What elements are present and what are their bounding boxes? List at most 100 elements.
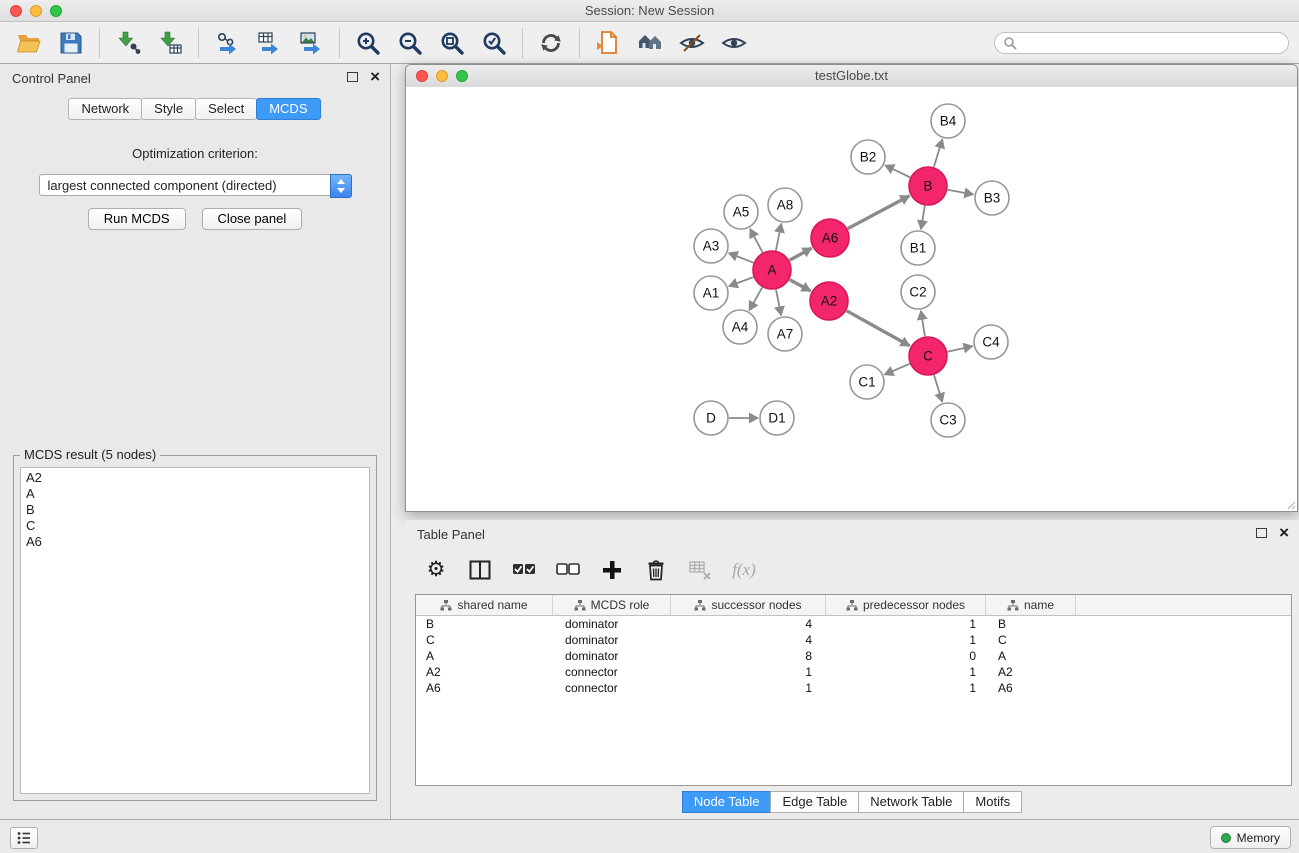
table-cell[interactable]: 0 xyxy=(826,649,986,663)
column-header-shared-name[interactable]: shared name xyxy=(416,595,553,615)
deselect-all-rows-button[interactable] xyxy=(553,555,583,585)
result-item[interactable]: C xyxy=(21,518,369,534)
refresh-view-button[interactable] xyxy=(530,26,572,60)
function-builder-button[interactable]: f(x) xyxy=(729,555,759,585)
node-C1[interactable]: C1 xyxy=(850,365,884,399)
network-canvas[interactable]: B4B2BB3A5A8A6A3B1AC2A1A2A4A7C4CC1C3DD1 xyxy=(406,87,1297,511)
float-table-panel-icon[interactable] xyxy=(1256,528,1267,538)
table-row[interactable]: Adominator80A xyxy=(416,648,1291,664)
table-cell[interactable]: A xyxy=(416,649,553,663)
node-A[interactable]: A xyxy=(753,251,791,289)
first-neighbors-button[interactable] xyxy=(629,26,671,60)
node-A8[interactable]: A8 xyxy=(768,188,802,222)
export-network-button[interactable] xyxy=(206,26,248,60)
tab-select[interactable]: Select xyxy=(195,98,257,120)
node-A3[interactable]: A3 xyxy=(694,229,728,263)
node-C[interactable]: C xyxy=(909,337,947,375)
criterion-dropdown[interactable]: largest connected component (directed) xyxy=(39,174,352,196)
search-input[interactable] xyxy=(1022,35,1280,52)
edge-B-B1[interactable] xyxy=(921,206,925,230)
zoom-fit-button[interactable] xyxy=(431,26,473,60)
edge-A-A8[interactable] xyxy=(776,224,781,251)
memory-button[interactable]: Memory xyxy=(1210,826,1291,849)
run-mcds-button[interactable]: Run MCDS xyxy=(88,208,186,230)
edge-B-B3[interactable] xyxy=(948,190,974,195)
edge-A-A6[interactable] xyxy=(790,248,812,260)
column-header-predecessor-nodes[interactable]: predecessor nodes xyxy=(826,595,986,615)
node-B[interactable]: B xyxy=(909,167,947,205)
node-C4[interactable]: C4 xyxy=(974,325,1008,359)
show-hide-columns-button[interactable] xyxy=(465,555,495,585)
table-row[interactable]: Cdominator41C xyxy=(416,632,1291,648)
network-window-titlebar[interactable]: testGlobe.txt xyxy=(406,65,1297,88)
export-table-button[interactable] xyxy=(248,26,290,60)
table-cell[interactable]: B xyxy=(986,617,1076,631)
zoom-selected-button[interactable] xyxy=(473,26,515,60)
node-A6[interactable]: A6 xyxy=(811,219,849,257)
tab-style[interactable]: Style xyxy=(141,98,196,120)
edge-A-A1[interactable] xyxy=(729,277,754,286)
table-cell[interactable]: dominator xyxy=(553,649,671,663)
import-table-button[interactable] xyxy=(149,26,191,60)
node-D1[interactable]: D1 xyxy=(760,401,794,435)
node-B1[interactable]: B1 xyxy=(901,231,935,265)
network-file-button[interactable] xyxy=(587,26,629,60)
zoom-out-button[interactable] xyxy=(389,26,431,60)
tab-mcds[interactable]: MCDS xyxy=(256,98,320,120)
table-cell[interactable]: dominator xyxy=(553,633,671,647)
table-cell[interactable]: A xyxy=(986,649,1076,663)
edge-A2-C[interactable] xyxy=(847,311,910,346)
result-item[interactable]: A2 xyxy=(21,470,369,486)
task-history-button[interactable] xyxy=(10,827,38,849)
import-network-button[interactable] xyxy=(107,26,149,60)
close-panel-icon[interactable]: × xyxy=(370,70,380,84)
table-cell[interactable]: 1 xyxy=(826,665,986,679)
hide-selected-button[interactable] xyxy=(671,26,713,60)
table-cell[interactable]: C xyxy=(416,633,553,647)
edge-A-A3[interactable] xyxy=(729,253,754,263)
edge-B-B2[interactable] xyxy=(885,165,910,177)
result-item[interactable]: A xyxy=(21,486,369,502)
column-header-successor-nodes[interactable]: successor nodes xyxy=(671,595,826,615)
table-cell[interactable]: A2 xyxy=(416,665,553,679)
node-A7[interactable]: A7 xyxy=(768,317,802,351)
select-all-rows-button[interactable] xyxy=(509,555,539,585)
table-cell[interactable]: C xyxy=(986,633,1076,647)
tab-motifs[interactable]: Motifs xyxy=(963,791,1022,813)
node-C3[interactable]: C3 xyxy=(931,403,965,437)
table-cell[interactable]: 1 xyxy=(671,681,826,695)
node-A5[interactable]: A5 xyxy=(724,195,758,229)
edge-C-C4[interactable] xyxy=(948,346,973,352)
table-cell[interactable]: 1 xyxy=(826,633,986,647)
node-A4[interactable]: A4 xyxy=(723,310,757,344)
table-cell[interactable]: A6 xyxy=(416,681,553,695)
save-session-button[interactable] xyxy=(50,26,92,60)
edge-A-A2[interactable] xyxy=(790,280,811,291)
table-row[interactable]: A6connector11A6 xyxy=(416,680,1291,696)
column-header-MCDS-role[interactable]: MCDS role xyxy=(553,595,671,615)
export-image-button[interactable] xyxy=(290,26,332,60)
edge-B-B4[interactable] xyxy=(934,139,943,167)
zoom-in-button[interactable] xyxy=(347,26,389,60)
table-row[interactable]: A2connector11A2 xyxy=(416,664,1291,680)
float-panel-icon[interactable] xyxy=(347,72,358,82)
column-header-name[interactable]: name xyxy=(986,595,1076,615)
node-C2[interactable]: C2 xyxy=(901,275,935,309)
edge-C-C1[interactable] xyxy=(885,364,910,375)
table-cell[interactable]: 4 xyxy=(671,617,826,631)
table-cell[interactable]: A2 xyxy=(986,665,1076,679)
node-B2[interactable]: B2 xyxy=(851,140,885,174)
table-cell[interactable]: 4 xyxy=(671,633,826,647)
tab-network[interactable]: Network xyxy=(68,98,142,120)
tab-network-table[interactable]: Network Table xyxy=(858,791,964,813)
network-canvas-svg[interactable]: B4B2BB3A5A8A6A3B1AC2A1A2A4A7C4CC1C3DD1 xyxy=(406,87,1297,511)
node-B4[interactable]: B4 xyxy=(931,104,965,138)
result-item[interactable]: A6 xyxy=(21,534,369,550)
edge-A-A7[interactable] xyxy=(776,290,781,316)
edge-A-A4[interactable] xyxy=(749,287,762,310)
table-cell[interactable]: 1 xyxy=(826,681,986,695)
edge-A-A5[interactable] xyxy=(750,229,763,253)
node-A2[interactable]: A2 xyxy=(810,282,848,320)
node-D[interactable]: D xyxy=(694,401,728,435)
edge-C-C3[interactable] xyxy=(934,375,942,402)
